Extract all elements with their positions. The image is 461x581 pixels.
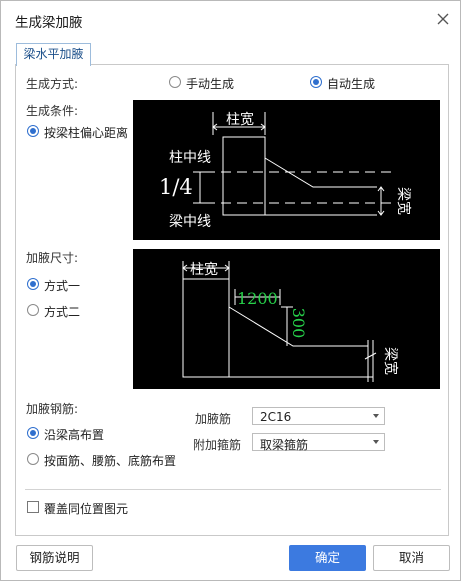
haunch-bar-value: 2C16	[260, 410, 292, 424]
haunch-length-value: 1200	[237, 289, 278, 308]
chevron-down-icon	[373, 440, 379, 444]
haunch-bar-label: 加腋筋	[195, 412, 232, 426]
haunch-rebar-label: 加腋钢筋:	[26, 402, 79, 416]
radio-manual[interactable]	[169, 76, 181, 88]
tab-beam-horizontal-haunch[interactable]: 梁水平加腋	[16, 43, 91, 66]
radio-method-2[interactable]	[27, 304, 39, 316]
rebar-help-button[interactable]: 钢筋说明	[16, 545, 93, 571]
cancel-button[interactable]: 取消	[373, 545, 450, 571]
cond-col-width-label: 柱宽	[226, 111, 254, 128]
haunch-bar-select[interactable]: 2C16	[252, 407, 385, 425]
cond-col-center-label: 柱中线	[169, 150, 211, 166]
overwrite-label[interactable]: 覆盖同位置图元	[44, 500, 128, 517]
condition-diagram: 柱宽 柱中线 1/4 梁中线 梁宽	[133, 100, 440, 240]
size-beam-width-label: 梁宽	[382, 347, 399, 375]
dialog-title: 生成梁加腋	[15, 15, 83, 31]
generate-beam-haunch-dialog: 生成梁加腋 梁水平加腋 生成方式: 手动生成 自动生成 生成条件: 按梁柱偏心距…	[0, 0, 461, 581]
cond-beam-width-label: 梁宽	[395, 187, 412, 215]
divider	[25, 489, 441, 490]
radio-auto-label[interactable]: 自动生成	[327, 75, 375, 92]
radio-method-1[interactable]	[27, 278, 39, 290]
title-bar: 生成梁加腋	[1, 1, 460, 37]
generation-condition-label: 生成条件:	[26, 104, 79, 118]
chevron-down-icon	[373, 414, 379, 418]
radio-eccentric-label[interactable]: 按梁柱偏心距离	[44, 124, 128, 141]
overwrite-checkbox[interactable]	[27, 501, 39, 513]
size-diagram: 柱宽 1200 300 梁宽	[133, 249, 440, 389]
radio-manual-label[interactable]: 手动生成	[186, 75, 234, 92]
size-col-width-label: 柱宽	[190, 261, 218, 278]
radio-eccentric[interactable]	[27, 125, 39, 137]
radio-by-bar-type-label[interactable]: 按面筋、腰筋、底筋布置	[44, 452, 176, 469]
close-icon[interactable]	[433, 9, 453, 29]
radio-along-beam-height-label[interactable]: 沿梁高布置	[44, 426, 104, 443]
haunch-size-label: 加腋尺寸:	[26, 251, 79, 265]
cond-beam-center-label: 梁中线	[169, 214, 211, 230]
cond-ratio-label: 1/4	[159, 175, 193, 199]
stirrup-select[interactable]: 取梁箍筋	[252, 433, 385, 452]
stirrup-label: 附加箍筋	[193, 438, 242, 452]
radio-by-bar-type[interactable]	[27, 453, 39, 465]
radio-along-beam-height[interactable]	[27, 427, 39, 439]
ok-button[interactable]: 确定	[289, 545, 366, 571]
radio-auto[interactable]	[310, 76, 322, 88]
radio-method-1-label[interactable]: 方式一	[44, 277, 80, 294]
stirrup-value: 取梁箍筋	[260, 438, 309, 452]
generation-mode-label: 生成方式:	[26, 77, 79, 91]
haunch-height-value: 300	[289, 308, 308, 339]
radio-method-2-label[interactable]: 方式二	[44, 303, 80, 320]
